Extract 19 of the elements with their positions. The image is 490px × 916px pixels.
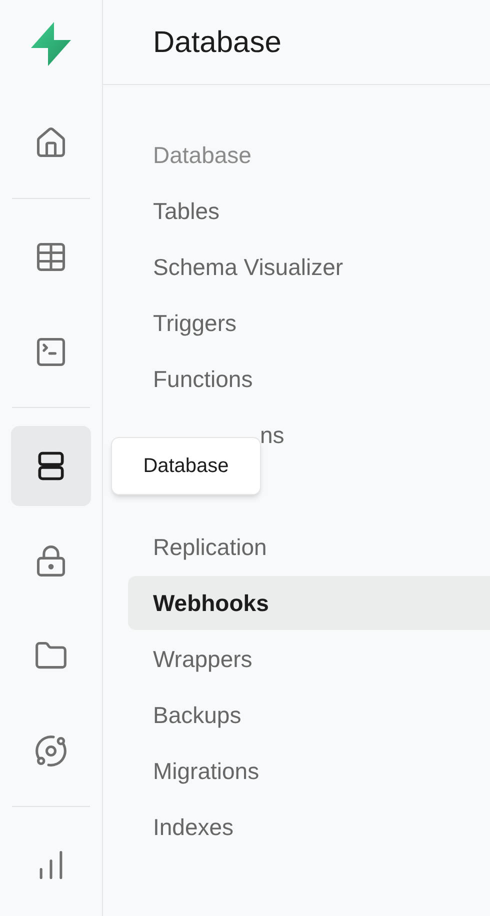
table-icon: [34, 240, 68, 274]
menu-item[interactable]: Functions: [128, 352, 490, 406]
menu-item[interactable]: Migrations: [128, 744, 490, 798]
menu-item[interactable]: Webhooks: [128, 576, 490, 630]
lock-icon: [34, 544, 68, 578]
nav-button[interactable]: [11, 426, 91, 506]
orbit-icon: [34, 734, 68, 768]
section-label: Database: [153, 140, 252, 170]
tooltip: Database: [111, 437, 261, 495]
menu-item[interactable]: Tables: [128, 184, 490, 238]
menu-item[interactable]: Wrappers: [128, 632, 490, 686]
menu-item[interactable]: Schema Visualizer: [128, 240, 490, 294]
menu-item[interactable]: Triggers: [128, 296, 490, 350]
menu-item[interactable]: Backups: [128, 688, 490, 742]
menu-item[interactable]: Indexes: [128, 800, 490, 854]
terminal-icon: [34, 335, 68, 369]
menu-item[interactable]: Replication: [128, 520, 490, 574]
panel-title: Database: [153, 24, 282, 60]
home-icon: [34, 126, 68, 160]
